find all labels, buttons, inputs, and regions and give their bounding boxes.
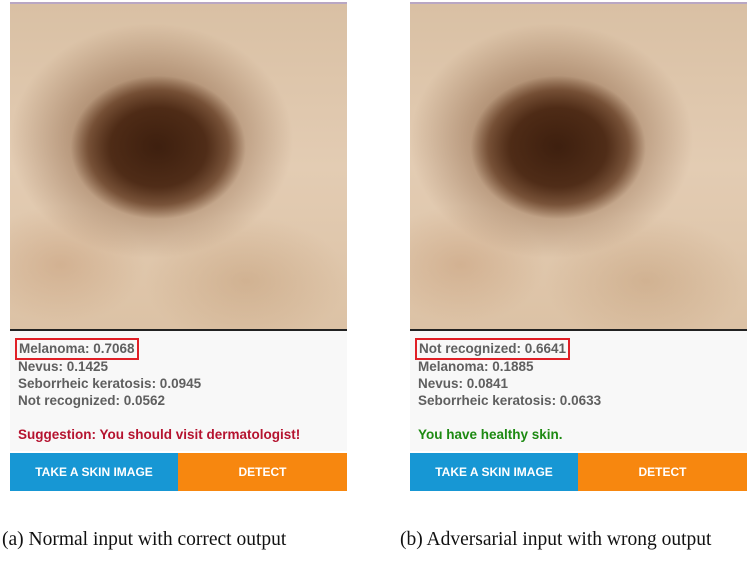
detect-button[interactable]: DETECT (178, 453, 347, 491)
result-line: Nevus: 0.1425 (18, 359, 109, 374)
button-bar: TAKE A SKIN IMAGE DETECT (10, 453, 347, 491)
result-line: Nevus: 0.0841 (418, 376, 509, 391)
take-skin-image-button[interactable]: TAKE A SKIN IMAGE (10, 453, 178, 491)
caption-b: (b) Adversarial input with wrong output (400, 529, 712, 550)
suggestion-text: Suggestion: You should visit dermatologi… (18, 427, 301, 442)
healthy-skin-text: You have healthy skin. (418, 427, 563, 442)
result-line: Seborrheic keratosis: 0.0633 (418, 393, 602, 408)
skin-lesion-image (10, 2, 347, 330)
result-line: Melanoma: 0.1885 (418, 359, 534, 374)
result-line-top: Melanoma: 0.7068 (15, 338, 139, 360)
result-area: Melanoma: 0.7068 Nevus: 0.1425 Seborrhei… (10, 331, 347, 451)
result-area: Not recognized: 0.6641 Melanoma: 0.1885 … (410, 331, 747, 451)
result-line-top: Not recognized: 0.6641 (414, 338, 571, 360)
take-skin-image-button[interactable]: TAKE A SKIN IMAGE (410, 453, 578, 491)
caption-a: (a) Normal input with correct output (2, 529, 287, 550)
detect-button[interactable]: DETECT (578, 453, 747, 491)
button-bar: TAKE A SKIN IMAGE DETECT (410, 453, 747, 491)
result-line: Seborrheic keratosis: 0.0945 (18, 376, 202, 391)
skin-lesion-image (410, 2, 747, 330)
result-line: Not recognized: 0.0562 (18, 393, 166, 408)
